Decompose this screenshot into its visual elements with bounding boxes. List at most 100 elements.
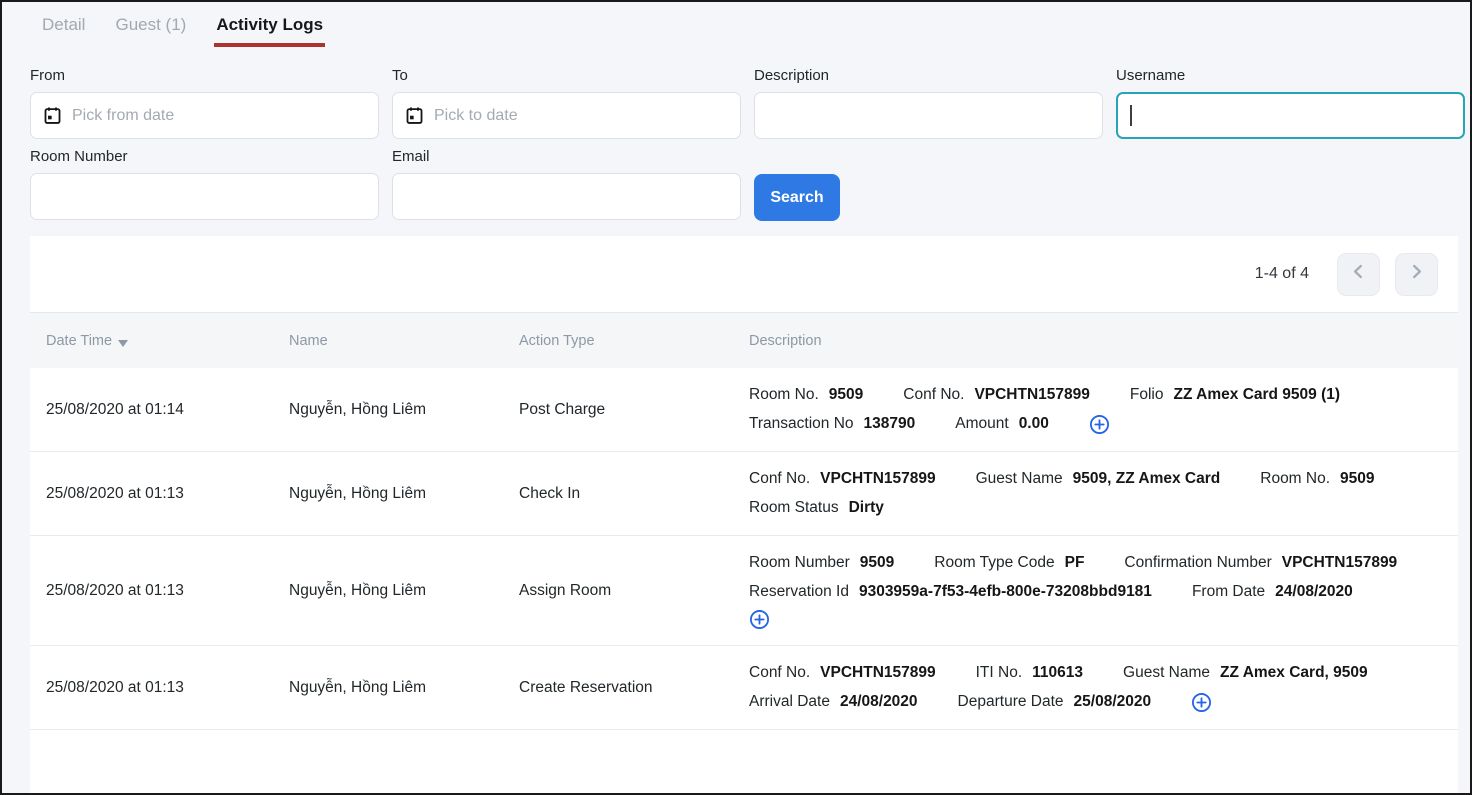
field-room-number: Room Number <box>30 148 379 221</box>
expand-details-icon[interactable] <box>1191 692 1212 713</box>
cell-description: Room No.9509Conf No.VPCHTN157899FolioZZ … <box>749 368 1458 451</box>
field-value-text: VPCHTN157899 <box>820 664 935 681</box>
search-button[interactable]: Search <box>754 174 840 221</box>
description-line: Conf No. VPCHTN157899 Guest Name9509, ZZ A… <box>749 467 1448 491</box>
cell-name: Nguyễn, Hồng Liêm <box>289 582 519 600</box>
field-label-text: Guest Name <box>1123 664 1210 681</box>
room-number-label: Room Number <box>30 148 379 165</box>
description-field: From Date24/08/2020 <box>1192 580 1353 604</box>
table-header: Date Time Name Action Type Description <box>30 313 1458 368</box>
description-field: Confirmation NumberVPCHTN157899 <box>1124 551 1397 575</box>
table-body: 25/08/2020 at 01:14Nguyễn, Hồng LiêmPost… <box>30 368 1458 730</box>
cell-date-time: 25/08/2020 at 01:13 <box>30 679 289 697</box>
column-header-date-time[interactable]: Date Time <box>30 333 289 349</box>
field-value-text: PF <box>1065 554 1085 571</box>
description-field: Transaction No138790 <box>749 412 915 436</box>
table-row: 25/08/2020 at 01:13Nguyễn, Hồng LiêmChec… <box>30 452 1458 536</box>
email-label: Email <box>392 148 741 165</box>
cell-date-time: 25/08/2020 at 01:13 <box>30 582 289 600</box>
next-page-button[interactable] <box>1395 253 1438 296</box>
description-line: Reservation Id9303959a-7f53-4efb-800e-73… <box>749 580 1448 604</box>
description-field: Room No.9509 <box>1260 467 1374 491</box>
table-row: 25/08/2020 at 01:13Nguyễn, Hồng LiêmAssi… <box>30 536 1458 646</box>
description-field: Conf No.VPCHTN157899 <box>749 661 936 685</box>
field-value-text: 9303959a-7f53-4efb-800e-73208bbd9181 <box>859 583 1152 600</box>
field-label-text: Room Type Code <box>934 554 1054 571</box>
username-label: Username <box>1116 67 1465 84</box>
field-label-text: ITI No. <box>976 664 1023 681</box>
description-field: Guest NameZZ Amex Card, 9509 <box>1123 661 1368 685</box>
description-field: Room Status Dirty <box>749 496 884 520</box>
description-field: Reservation Id9303959a-7f53-4efb-800e-73… <box>749 580 1152 604</box>
field-label-text: Room Status <box>749 499 839 516</box>
description-line <box>749 609 1448 630</box>
previous-page-button[interactable] <box>1337 253 1380 296</box>
description-field: Guest Name9509, ZZ Amex Card <box>976 467 1221 491</box>
room-number-input[interactable] <box>30 173 379 220</box>
column-header-action-type: Action Type <box>519 333 749 349</box>
to-date-input[interactable]: Pick to date <box>392 92 741 139</box>
description-line: Room Status Dirty <box>749 496 1448 520</box>
tab-activity-logs[interactable]: Activity Logs <box>214 15 325 47</box>
description-label: Description <box>754 67 1103 84</box>
from-label: From <box>30 67 379 84</box>
filter-form: From Pick from date To Pick to date Desc… <box>2 47 1470 221</box>
chevron-left-icon <box>1350 263 1367 285</box>
tab-detail[interactable]: Detail <box>40 15 87 47</box>
description-field: Room Number9509 <box>749 551 894 575</box>
field-label-text: Room No. <box>749 386 819 403</box>
description-field: Arrival Date 24/08/2020 <box>749 690 918 714</box>
field-from: From Pick from date <box>30 67 379 139</box>
description-line: Room No.9509Conf No.VPCHTN157899FolioZZ … <box>749 383 1448 407</box>
cell-action-type: Check In <box>519 485 749 503</box>
field-value-text: Dirty <box>849 499 884 516</box>
description-field: Amount 0.00 <box>955 412 1049 436</box>
description-line: Conf No.VPCHTN157899ITI No.110613Guest N… <box>749 661 1448 685</box>
field-value-text: VPCHTN157899 <box>820 470 935 487</box>
from-date-input[interactable]: Pick from date <box>30 92 379 139</box>
field-label-text: Folio <box>1130 386 1164 403</box>
column-header-description: Description <box>749 333 1458 349</box>
field-value-text: 24/08/2020 <box>840 693 918 710</box>
expand-details-icon[interactable] <box>1089 414 1110 435</box>
chevron-right-icon <box>1408 263 1425 285</box>
sort-descending-icon <box>118 336 128 352</box>
tab-bar: Detail Guest (1) Activity Logs <box>2 2 1470 47</box>
table-row: 25/08/2020 at 01:14Nguyễn, Hồng LiêmPost… <box>30 368 1458 452</box>
email-input[interactable] <box>392 173 741 220</box>
field-label-text: Amount <box>955 415 1008 432</box>
field-label-text: Transaction No <box>749 415 854 432</box>
field-search: Search <box>754 148 1103 221</box>
field-label-text: Arrival Date <box>749 693 830 710</box>
to-placeholder: Pick to date <box>434 107 518 125</box>
username-input[interactable] <box>1116 92 1465 139</box>
description-field: Departure Date 25/08/2020 <box>958 690 1152 714</box>
field-label-text: Departure Date <box>958 693 1064 710</box>
description-input[interactable] <box>754 92 1103 139</box>
field-value-text: 0.00 <box>1019 415 1049 432</box>
expand-details-icon[interactable] <box>749 609 770 630</box>
description-line: Transaction No138790 Amount 0.00 <box>749 412 1448 436</box>
cell-date-time: 25/08/2020 at 01:14 <box>30 401 289 419</box>
field-label-text: From Date <box>1192 583 1265 600</box>
cell-date-time: 25/08/2020 at 01:13 <box>30 485 289 503</box>
calendar-icon <box>44 107 61 124</box>
tab-guest[interactable]: Guest (1) <box>113 15 188 47</box>
description-field: Conf No. VPCHTN157899 <box>749 467 936 491</box>
description-field: Conf No. VPCHTN157899 <box>903 383 1090 407</box>
field-value-text: VPCHTN157899 <box>974 386 1089 403</box>
cell-name: Nguyễn, Hồng Liêm <box>289 679 519 697</box>
field-value-text: ZZ Amex Card 9509 (1) <box>1174 386 1341 403</box>
field-label-text: Conf No. <box>749 470 810 487</box>
description-line: Arrival Date 24/08/2020 Departure Date 25/0… <box>749 690 1448 714</box>
to-label: To <box>392 67 741 84</box>
cell-name: Nguyễn, Hồng Liêm <box>289 401 519 419</box>
field-label-text: Conf No. <box>903 386 964 403</box>
text-cursor <box>1130 105 1132 126</box>
cell-action-type: Post Charge <box>519 401 749 419</box>
pagination-bar: 1-4 of 4 <box>30 236 1458 313</box>
table-row: 25/08/2020 at 01:13Nguyễn, Hồng LiêmCrea… <box>30 646 1458 730</box>
field-value-text: 25/08/2020 <box>1074 693 1152 710</box>
pagination-range: 1-4 of 4 <box>1255 265 1309 283</box>
cell-description: Conf No.VPCHTN157899ITI No.110613Guest N… <box>749 646 1458 729</box>
